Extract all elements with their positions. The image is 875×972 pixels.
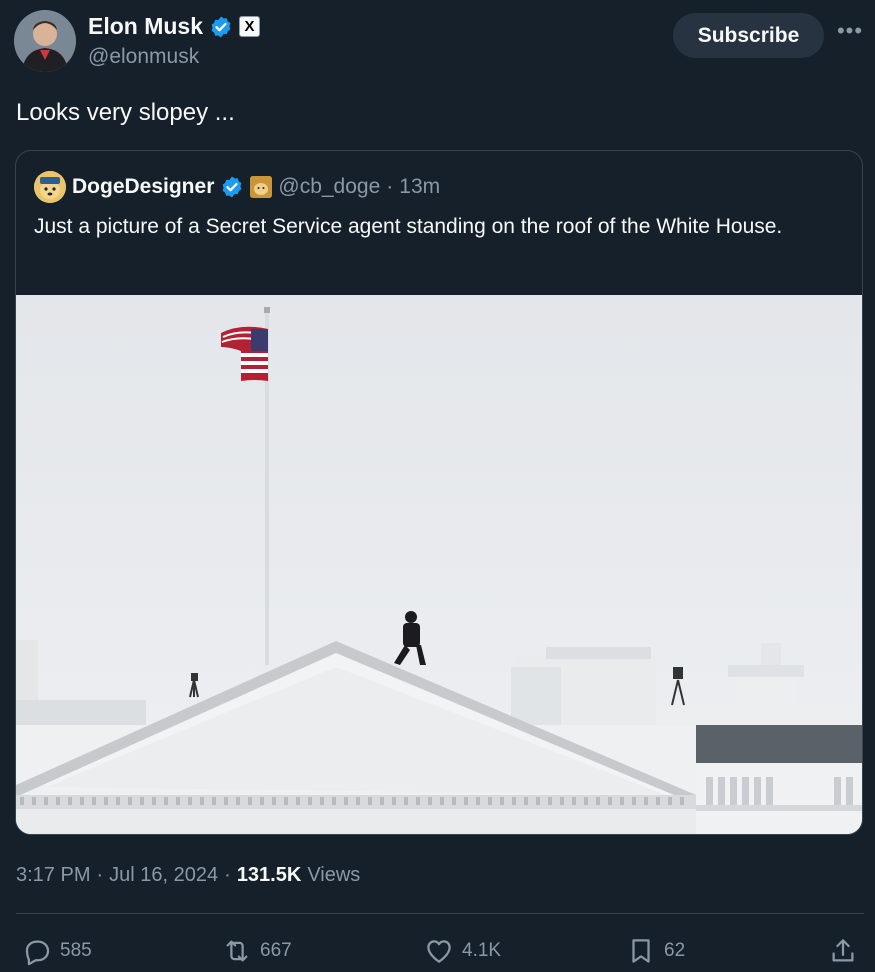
author-name[interactable]: Elon Musk [88, 13, 203, 40]
repost-count: 667 [260, 940, 292, 961]
verified-check-icon[interactable] [209, 15, 233, 39]
reply-icon [25, 940, 50, 966]
views-count: 131.5K [236, 864, 302, 886]
white-house-roof-photo[interactable] [16, 295, 862, 834]
quoted-author-avatar[interactable] [34, 171, 66, 203]
quoted-tweet-time[interactable]: 13m [399, 175, 440, 199]
quoted-author-name[interactable]: DogeDesigner [72, 175, 214, 199]
like-count: 4.1K [462, 940, 502, 961]
separator-dot: · [96, 864, 104, 886]
heart-icon [427, 940, 451, 963]
views-label: Views [307, 864, 361, 886]
verified-check-icon [220, 175, 244, 199]
bookmark-count: 62 [664, 940, 686, 961]
quoted-tweet-text: Just a picture of a Secret Service agent… [34, 215, 783, 238]
like-button[interactable]: 4.1K [424, 934, 501, 968]
separator-dot: · [386, 175, 394, 198]
quoted-tweet[interactable]: DogeDesigner @cb_doge · 13m Just a pictu… [15, 150, 863, 835]
x-affiliation-badge-icon[interactable]: X [239, 16, 261, 37]
tweet-text: Looks very slopey ... [16, 99, 235, 126]
repost-icon [226, 940, 248, 962]
quoted-tweet-header: DogeDesigner @cb_doge · 13m [34, 171, 440, 203]
share-icon [832, 939, 854, 962]
reply-count: 585 [60, 940, 92, 961]
author-avatar[interactable] [14, 10, 76, 72]
tweet-meta: 3:17 PM · Jul 16, 2024 · 131.5K Views [16, 864, 360, 887]
subscribe-button[interactable]: Subscribe [673, 13, 824, 58]
tweet-time[interactable]: 3:17 PM [16, 864, 90, 887]
divider [16, 913, 864, 914]
more-options-icon[interactable]: ••• [836, 20, 864, 49]
share-button[interactable] [828, 934, 858, 968]
author-name-row: Elon Musk X [88, 13, 261, 40]
bookmark-icon [632, 939, 650, 963]
tweet-date[interactable]: Jul 16, 2024 [109, 864, 218, 887]
reply-button[interactable]: 585 [22, 934, 92, 968]
author-handle[interactable]: @elonmusk [88, 45, 199, 69]
doge-badge-icon [250, 176, 273, 198]
repost-button[interactable]: 667 [222, 934, 292, 968]
quoted-author-handle[interactable]: @cb_doge [278, 175, 380, 199]
bookmark-button[interactable]: 62 [626, 934, 685, 968]
separator-dot: · [224, 864, 231, 886]
